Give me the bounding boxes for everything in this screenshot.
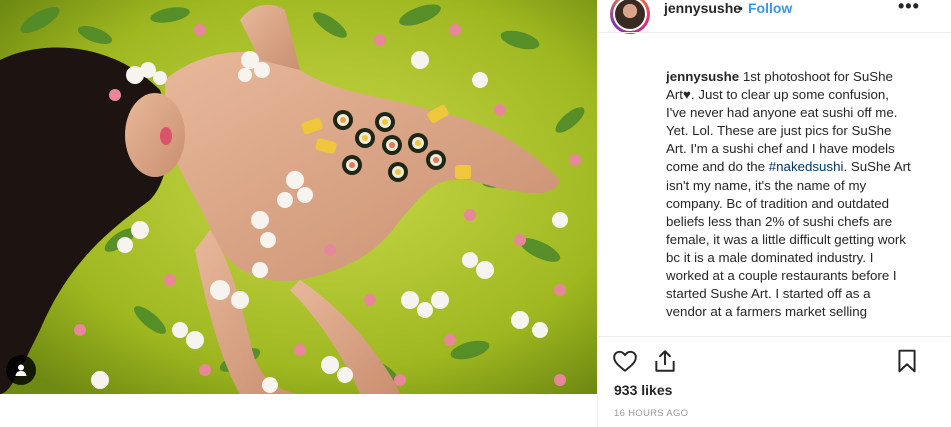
more-options-icon[interactable]: •••	[898, 0, 920, 17]
caption: jennysushe 1st photoshoot for SuShe Art♥…	[666, 68, 911, 330]
follow-button[interactable]: Follow	[748, 0, 792, 16]
hashtag-link[interactable]: #nakedsushi	[769, 159, 844, 174]
username-link[interactable]: jennysushe	[664, 0, 741, 16]
header-divider	[598, 32, 951, 33]
separator-dot: •	[738, 0, 743, 16]
save-button[interactable]	[894, 348, 920, 374]
caption-text-c: . SuShe Art isn't my name, it's the name…	[666, 159, 911, 320]
post-side-panel: jennysushe • Follow ••• jennysushe 1st p…	[597, 0, 951, 427]
caption-username[interactable]: jennysushe	[666, 69, 739, 84]
like-button[interactable]	[612, 348, 638, 374]
bookmark-icon	[898, 349, 916, 373]
avatar[interactable]	[610, 0, 650, 34]
caption-divider	[598, 336, 951, 337]
post-timestamp: 16 HOURS AGO	[614, 408, 689, 419]
heart-outline-icon	[613, 350, 637, 372]
action-bar	[598, 344, 951, 378]
post-header: jennysushe • Follow •••	[598, 0, 951, 40]
heart-emoji-icon: ♥	[683, 87, 691, 103]
user-tag-icon[interactable]	[6, 355, 36, 385]
share-button[interactable]	[652, 348, 678, 374]
person-icon	[15, 364, 27, 376]
post-image[interactable]	[0, 0, 597, 394]
share-upload-icon	[655, 350, 675, 372]
post-photo	[0, 0, 597, 394]
likes-count[interactable]: 933 likes	[614, 382, 672, 398]
avatar-photo	[615, 0, 645, 29]
